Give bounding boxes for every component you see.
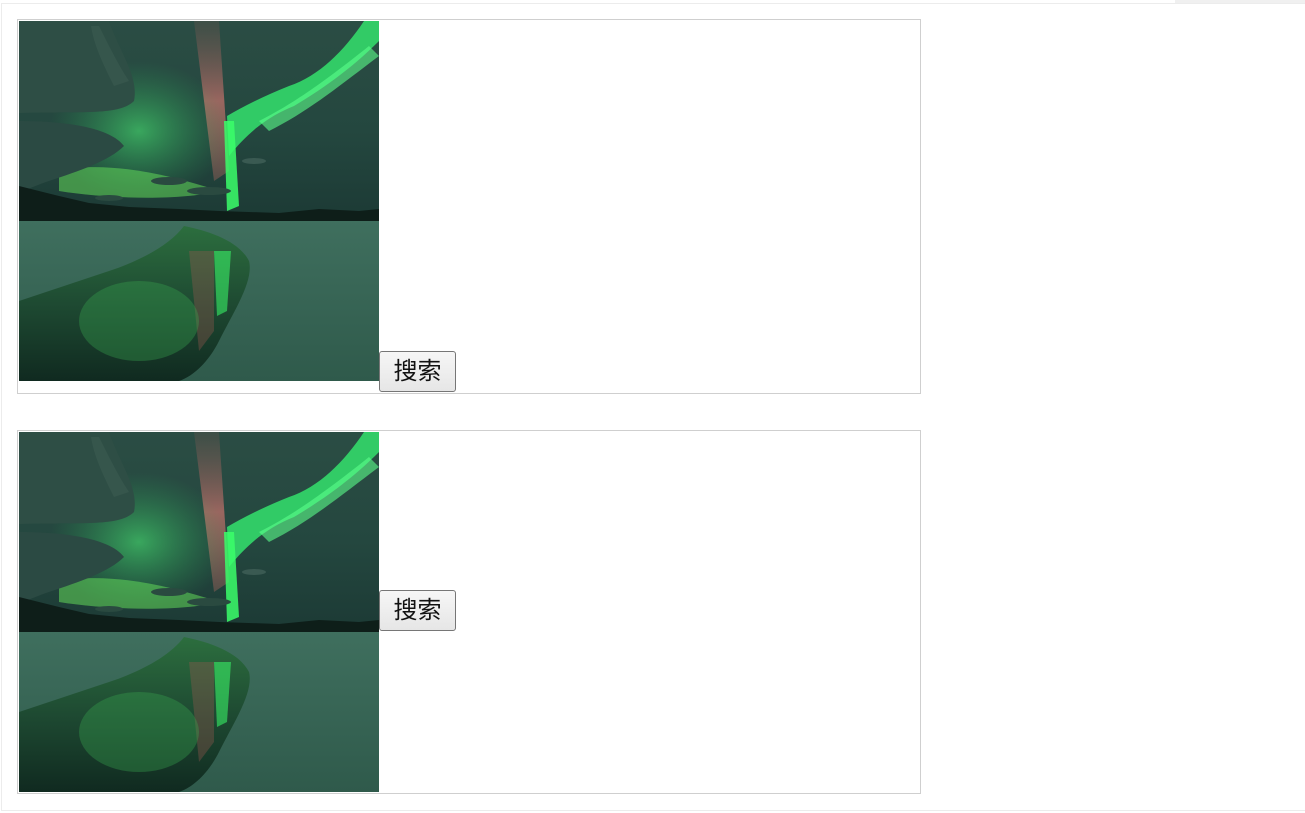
aurora-image [19, 432, 379, 792]
demo-box-1: 搜索 [17, 19, 921, 394]
search-button[interactable]: 搜索 [379, 351, 456, 392]
search-button[interactable]: 搜索 [379, 590, 456, 631]
aurora-image [19, 21, 379, 381]
demo-box-2: 搜索 [17, 430, 921, 794]
top-scroll-strip [1175, 0, 1305, 3]
